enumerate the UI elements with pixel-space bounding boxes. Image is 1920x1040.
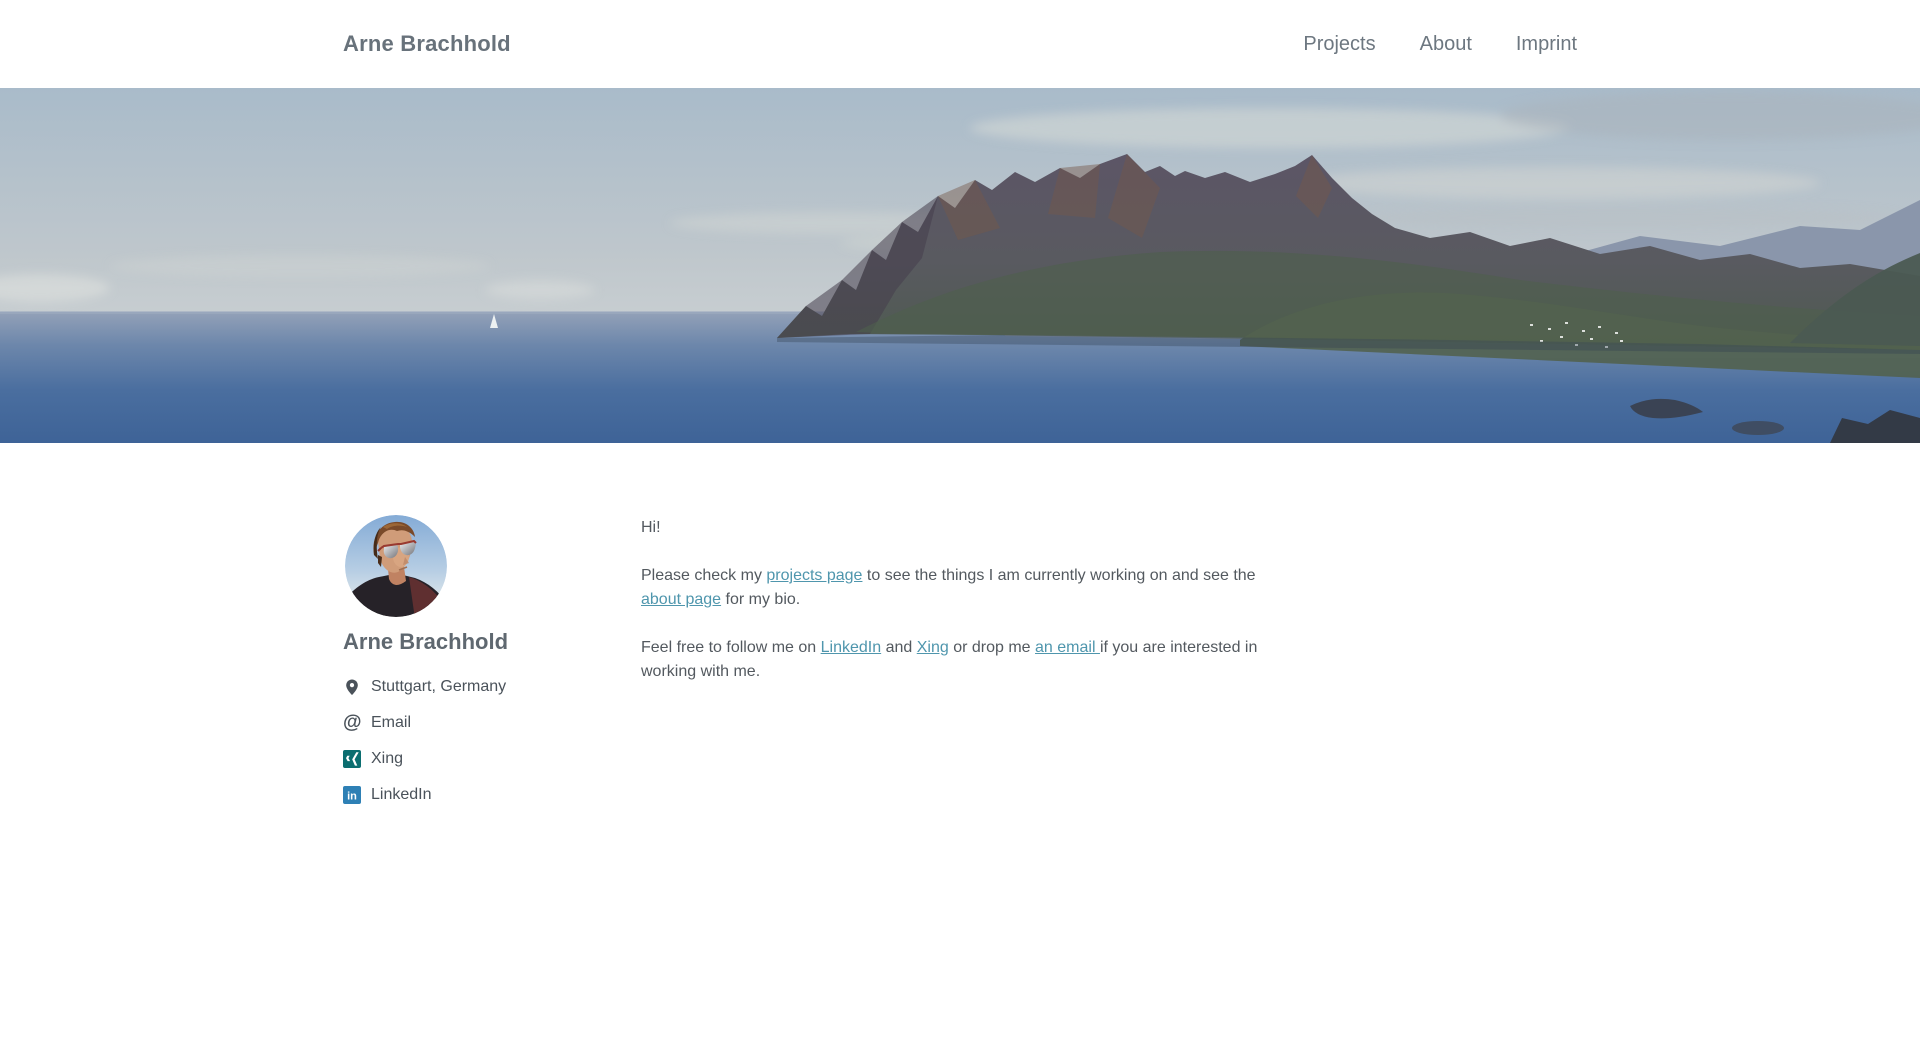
text-segment: Please check my (641, 567, 766, 584)
site-header: Arne Brachhold Projects About Imprint (0, 0, 1920, 88)
text-segment: Feel free to follow me on (641, 639, 821, 656)
email-text-link[interactable]: an email (1035, 639, 1100, 656)
profile-sidebar: Arne Brachhold Stuttgart, Germany @ Emai… (343, 443, 641, 813)
linkedin-text-link[interactable]: LinkedIn (821, 639, 882, 656)
site-brand[interactable]: Arne Brachhold (343, 31, 511, 57)
projects-paragraph: Please check my projects page to see the… (641, 564, 1296, 612)
contact-label: LinkedIn (371, 786, 432, 804)
linkedin-icon: in (343, 786, 362, 804)
contact-linkedin-link[interactable]: in LinkedIn (343, 777, 641, 813)
contact-label: Xing (371, 750, 403, 768)
hero-image (0, 88, 1920, 443)
at-sign-icon: @ (343, 714, 362, 732)
contact-label: Stuttgart, Germany (371, 678, 506, 696)
contact-email-link[interactable]: @ Email (343, 705, 641, 741)
text-segment: to see the things I am currently working… (862, 567, 1255, 584)
intro-content: Hi! Please check my projects page to see… (641, 443, 1296, 708)
xing-text-link[interactable]: Xing (917, 639, 949, 656)
text-segment: or drop me (949, 639, 1035, 656)
avatar (345, 515, 447, 617)
nav-link-about[interactable]: About (1420, 33, 1472, 56)
profile-name: Arne Brachhold (343, 629, 641, 655)
greeting-paragraph: Hi! (641, 516, 1296, 540)
xing-icon (343, 750, 362, 768)
nav-link-imprint[interactable]: Imprint (1516, 33, 1577, 56)
main-nav: Projects About Imprint (1303, 33, 1577, 56)
contact-location: Stuttgart, Germany (343, 669, 641, 705)
contact-list: Stuttgart, Germany @ Email Xing in Linke… (343, 669, 641, 813)
contact-xing-link[interactable]: Xing (343, 741, 641, 777)
greeting-text: Hi! (641, 519, 661, 536)
nav-link-projects[interactable]: Projects (1303, 33, 1375, 56)
text-segment: for my bio. (721, 591, 800, 608)
svg-text:in: in (347, 790, 357, 802)
contact-paragraph: Feel free to follow me on LinkedIn and X… (641, 636, 1296, 684)
location-pin-icon (343, 678, 362, 696)
about-page-link[interactable]: about page (641, 591, 721, 608)
text-segment: and (881, 639, 917, 656)
contact-label: Email (371, 714, 411, 732)
projects-page-link[interactable]: projects page (766, 567, 862, 584)
